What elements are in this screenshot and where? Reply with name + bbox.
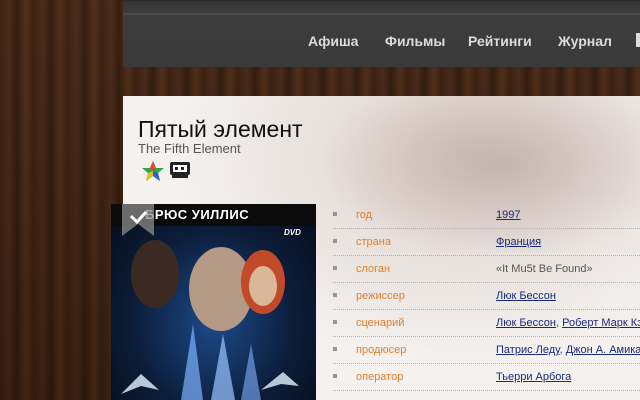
poster-dvd-logo: DVD [284, 228, 301, 237]
nav-films[interactable]: Фильмы [385, 33, 445, 49]
row-bullet [333, 320, 337, 324]
info-value-text: «It Mu5t Be Found» [496, 263, 593, 275]
row-bullet [333, 266, 337, 270]
row-bullet [333, 212, 337, 216]
info-label: режиссер [356, 290, 405, 302]
info-value: Франция [496, 236, 541, 248]
info-label: слоган [356, 263, 391, 275]
row-bullet [333, 239, 337, 243]
nav-item-cut-off[interactable] [636, 33, 640, 47]
bookmark-icon[interactable] [122, 204, 154, 236]
info-value-link[interactable]: 1997 [496, 209, 520, 221]
info-row: оператор Тьерри Арбога [333, 364, 640, 391]
nav-afisha[interactable]: Афиша [308, 33, 358, 49]
movie-title: Пятый элемент [138, 116, 303, 142]
tv-icon[interactable] [168, 159, 192, 186]
info-value: «It Mu5t Be Found» [496, 263, 593, 275]
header-stripe [123, 13, 640, 15]
movie-original-title: The Fifth Element [138, 141, 241, 156]
info-value-link[interactable]: Тьерри Арбога [496, 371, 571, 383]
info-label: продюсер [356, 344, 407, 356]
nav-journal[interactable]: Журнал [558, 33, 612, 49]
info-value: 1997 [496, 209, 520, 221]
info-value-link[interactable]: Люк Бессон [496, 317, 556, 329]
info-value: Люк Бессон, Роберт Марк Кэ [496, 317, 640, 329]
info-row: страна Франция [333, 229, 640, 256]
info-value: Тьерри Арбога [496, 371, 571, 383]
info-row: слоган «It Mu5t Be Found» [333, 256, 640, 283]
poster-actor-text: БРЮС УИЛЛИС [145, 207, 250, 222]
info-value-link[interactable]: Роберт Марк Кэ [562, 317, 640, 329]
row-bullet [333, 374, 337, 378]
info-value-link[interactable]: Франция [496, 236, 541, 248]
info-row: сценарий Люк Бессон, Роберт Марк Кэ [333, 310, 640, 337]
info-row: продюсер Патрис Леду, Джон А. Амика [333, 337, 640, 364]
row-bullet [333, 293, 337, 297]
info-label: год [356, 209, 373, 221]
info-row: год 1997 [333, 202, 640, 229]
colorful-star-icon[interactable] [141, 160, 165, 187]
info-value-link[interactable]: Люк Бессон [496, 290, 556, 302]
info-value: Люк Бессон [496, 290, 556, 302]
info-value-link[interactable]: Патрис Леду [496, 344, 560, 356]
info-value: Патрис Леду, Джон А. Амика [496, 344, 640, 356]
info-value-link[interactable]: Джон А. Амика [566, 344, 640, 356]
info-label: сценарий [356, 317, 405, 329]
info-row: режиссер Люк Бессон [333, 283, 640, 310]
row-bullet [333, 347, 337, 351]
info-label: страна [356, 236, 391, 248]
nav-ratings[interactable]: Рейтинги [468, 33, 532, 49]
info-label: оператор [356, 371, 404, 383]
